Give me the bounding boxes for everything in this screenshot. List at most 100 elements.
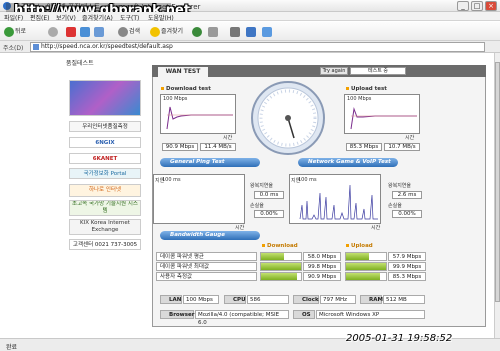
os-value: Microsoft Windows XP [316,310,425,319]
bw-down-value: 58.0 Mbps [303,252,341,261]
timestamp: 2005-01-31 19:58:52 [346,333,453,344]
history-button[interactable] [192,26,203,37]
game-loss-value: 0.00% [392,210,422,218]
bullet-icon [346,87,349,90]
game-header: Network Game & VoIP Test [298,158,398,167]
bw-row-label: 데이콤 파워넷 평균 [156,252,257,261]
sidebar-item-contact: 고객센터 0021 737-3005 [69,239,141,250]
lan-value: 100 Mbps [183,295,219,304]
messenger-button[interactable] [262,26,273,37]
edit-button[interactable] [246,26,257,37]
speed-gauge [251,81,325,155]
download-mbs: 11.4 MB/s [200,143,236,151]
search-icon [118,26,128,37]
download-mbps: 90.9 Mbps [162,143,198,151]
upload-graph: 100 Mbps [344,94,420,134]
bw-down-value: 99.8 Mbps [303,262,341,271]
ping-graph: 지연 100 ms [153,174,245,224]
game-rtt-value: 2.6 ms [392,191,422,199]
sidebar-item-hanaro[interactable]: 하나로 인터넷 [69,184,141,197]
search-button[interactable]: 검색 [118,26,140,37]
back-arrow-icon [4,26,14,37]
ping-loss-label: 손실율 [250,203,264,209]
bw-up-value: 57.9 Mbps [388,252,426,261]
scrollbar-thumb[interactable] [495,62,500,302]
sidebar-item-6kanet[interactable]: 6KANET [69,153,141,164]
game-rtt-label: 왕복지연율 [388,183,412,189]
menu-file[interactable]: 파일(F) [4,13,23,22]
download-title: Download test [161,86,211,92]
bw-up-bar [345,272,387,281]
bw-row-label: 데이콤 파워넷 최대값 [156,262,257,271]
game-loss-label: 손실율 [388,203,402,209]
browser-label: Browser [160,310,194,319]
home-button[interactable] [94,26,105,37]
toolbar: 뒤로 검색 즐겨찾기 [0,22,500,41]
back-button[interactable]: 뒤로 [4,26,26,37]
sidebar-heading: 품질테스트 [66,60,94,67]
status-bar: 완료 2005-01-31 19:58:52 [0,333,500,351]
try-again-button[interactable]: Try again [320,67,348,75]
sidebar-item-quality[interactable]: 우리인터넷품질측정 [69,121,141,132]
sidebar-item-portal[interactable]: 국가정보화 Portal [69,168,141,179]
ping-ymax: 100 ms [162,177,181,183]
minimize-button[interactable]: _ [457,1,469,11]
game-line [299,184,378,220]
sidebar-item-kix[interactable]: KIX Korea Internet Exchange [69,219,141,235]
stop-icon [66,26,76,37]
bw-down-bar [260,262,302,271]
cpu-label: CPU [224,295,246,304]
upload-mbs: 10.7 MB/s [384,143,420,151]
home-icon [94,26,104,37]
left-sidebar: 품질테스트 우리인터넷품질측정 6NGIX 6KANET 국가정보화 Porta… [64,58,144,263]
page-icon [33,44,39,50]
upload-xlabel: 시간 [405,135,415,141]
menu-favorites[interactable]: 즐겨찾기(A) [82,13,113,22]
menu-edit[interactable]: 편집(E) [30,13,50,22]
forward-button[interactable] [48,26,59,37]
close-button[interactable]: × [485,1,497,11]
print-icon [230,26,240,37]
sidebar-item-support[interactable]: 초고속 국가망 기술지원 시스템 [69,200,141,216]
bullet-icon [346,244,349,247]
maximize-button[interactable]: □ [471,1,483,11]
game-graph: 지연 100 ms [289,174,381,224]
ping-rtt-value: 0.0 ms [254,191,284,199]
bw-up-bar [345,252,387,261]
test-status-field: 테스트 중 [350,67,406,75]
mail-button[interactable] [208,26,219,37]
history-icon [192,26,202,37]
bullet-icon [161,87,164,90]
menu-view[interactable]: 보기(V) [56,13,76,22]
print-button[interactable] [230,26,241,37]
ping-xlabel: 시간 [235,225,245,231]
bw-down-bar [260,272,302,281]
address-input[interactable]: http://speed.nca.or.kr/speedtest/default… [30,42,485,52]
stop-button[interactable] [66,26,77,37]
panel-header: WAN TEST [152,65,486,77]
bandwidth-header: Bandwidth Gauge [160,231,260,240]
download-line [166,106,233,130]
ping-rtt-label: 왕복지연율 [250,183,274,189]
ram-label: RAM [360,295,383,304]
tab-wan-test[interactable]: WAN TEST [158,67,208,77]
sidebar-banner[interactable] [69,80,141,116]
upload-line [350,107,417,130]
menu-help[interactable]: 도움말(H) [148,13,174,22]
download-graph: 100 Mbps [160,94,236,134]
refresh-button[interactable] [80,26,91,37]
refresh-icon [80,26,90,37]
favorites-button[interactable]: 즐겨찾기 [150,26,183,37]
ping-loss-value: 0.00% [254,210,284,218]
sidebar-item-6ngix[interactable]: 6NGIX [69,137,141,148]
menu-bar: 파일(F) 편집(E) 보기(V) 즐겨찾기(A) 도구(T) 도움말(H) [0,12,500,22]
bw-up-value: 85.3 Mbps [388,272,426,281]
download-xlabel: 시간 [223,135,233,141]
bw-up-value: 99.9 Mbps [388,262,426,271]
game-xlabel: 시간 [371,225,381,231]
clock-value: 797 MHz [320,295,356,304]
forward-arrow-icon [48,26,58,37]
bw-down-value: 90.9 Mbps [303,272,341,281]
menu-tools[interactable]: 도구(T) [120,13,139,22]
download-col-label: Download [262,243,298,249]
